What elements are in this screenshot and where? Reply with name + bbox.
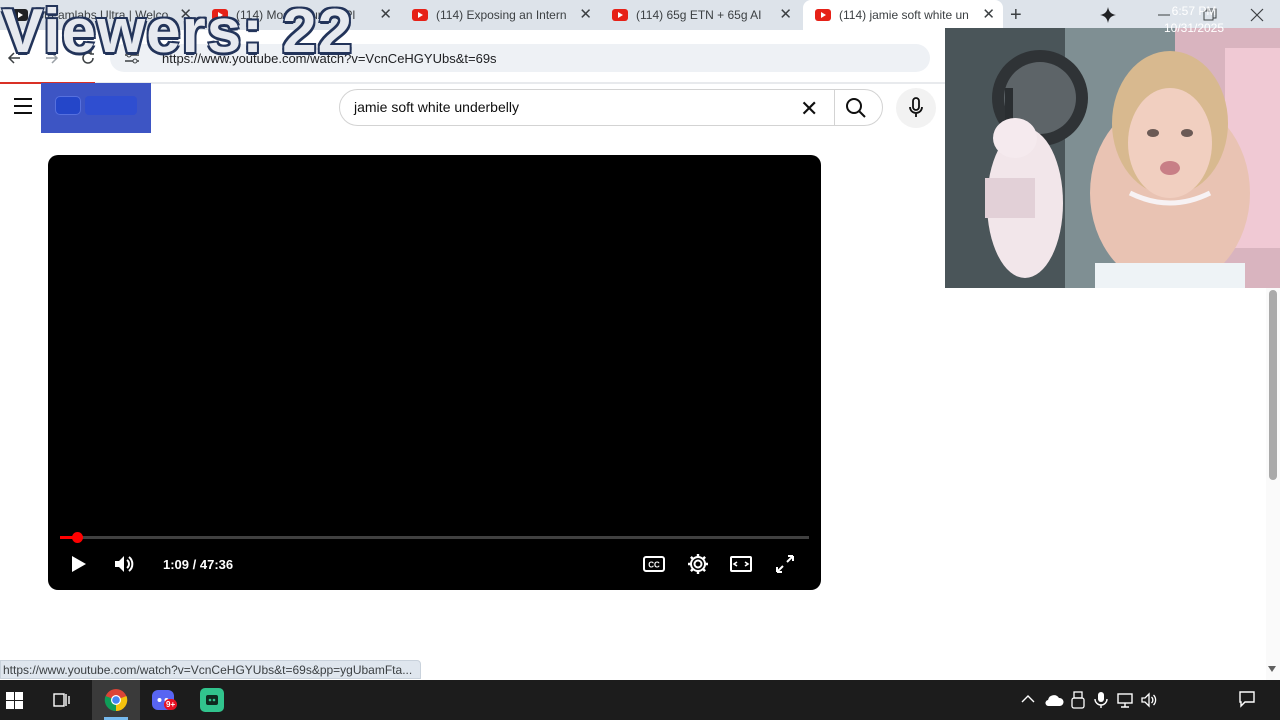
network-ethernet-icon[interactable]	[1116, 692, 1134, 708]
guide-menu-icon[interactable]	[14, 98, 32, 114]
browser-tab-65g[interactable]: (114) 65g ETN + 65g AI ✕	[600, 0, 800, 30]
tab-close-icon[interactable]: ✕	[982, 7, 995, 23]
page-scrollbar-thumb[interactable]	[1269, 290, 1277, 480]
theater-mode-icon[interactable]	[729, 552, 753, 576]
youtube-logo-censored[interactable]	[41, 83, 151, 133]
volume-icon[interactable]	[112, 552, 136, 576]
time-display: 1:09 / 47:36	[163, 557, 234, 572]
scroll-down-arrow-icon[interactable]	[1267, 665, 1277, 673]
windows-start-icon[interactable]	[6, 692, 23, 709]
streamer-webcam-overlay	[945, 28, 1280, 288]
status-bar-link: https://www.youtube.com/watch?v=VcnCeHGY…	[0, 660, 422, 679]
system-clock[interactable]: 6:57 PM 10/31/2025	[1160, 3, 1228, 37]
microphone-tray-icon[interactable]	[1094, 691, 1108, 709]
youtube-favicon-icon	[412, 9, 428, 21]
show-hidden-icons-chevron-icon[interactable]	[1021, 694, 1035, 704]
taskbar-discord-button[interactable]: 9+	[150, 688, 178, 712]
tab-close-icon[interactable]: ✕	[779, 7, 792, 23]
clear-search-icon[interactable]: ✕	[800, 96, 818, 122]
youtube-logo-mark-icon	[55, 96, 81, 115]
voice-search-button[interactable]	[896, 88, 936, 128]
youtube-logo-wordmark	[85, 96, 137, 115]
onedrive-cloud-icon[interactable]	[1044, 693, 1064, 707]
chrome-icon	[104, 689, 128, 712]
search-divider	[834, 90, 835, 125]
clock-time: 6:57 PM	[1171, 4, 1217, 18]
usb-device-icon[interactable]	[1070, 691, 1086, 709]
play-icon[interactable]	[66, 552, 90, 576]
close-window-icon[interactable]	[1250, 8, 1264, 22]
search-icon[interactable]	[845, 97, 867, 119]
youtube-favicon-icon	[612, 9, 628, 21]
viewer-count-overlay: Viewers: 22	[2, 0, 354, 66]
clock-date: 10/31/2025	[1163, 21, 1225, 35]
browser-tab-exposing[interactable]: (114) Exposing an Intern ✕	[400, 0, 600, 30]
progress-bar[interactable]	[60, 536, 809, 539]
tab-title: (114) 65g ETN + 65g AI	[636, 8, 762, 22]
task-view-icon[interactable]	[53, 691, 71, 709]
browser-tab-active-jamie[interactable]: (114) jamie soft white un ✕	[803, 0, 1003, 30]
settings-gear-icon[interactable]	[686, 552, 710, 576]
youtube-favicon-icon	[815, 9, 831, 21]
windows-taskbar	[0, 680, 1280, 720]
tab-title: (114) jamie soft white un	[839, 8, 969, 22]
tab-close-icon[interactable]: ✕	[579, 7, 592, 23]
microphone-icon	[909, 97, 923, 117]
video-player[interactable]: 1:09 / 47:36 CC	[48, 155, 821, 590]
new-tab-button[interactable]: +	[1010, 4, 1022, 27]
tab-close-icon[interactable]: ✕	[379, 7, 392, 23]
captions-icon[interactable]: CC	[642, 552, 666, 576]
discord-notification-badge: 9+	[164, 699, 178, 710]
svg-text:CC: CC	[648, 561, 660, 570]
webcam-feed-image	[945, 28, 1280, 288]
gemini-sparkle-icon[interactable]	[1100, 7, 1116, 23]
fullscreen-icon[interactable]	[773, 552, 797, 576]
progress-scrubber-handle[interactable]	[72, 532, 84, 543]
search-box[interactable]: jamie soft white underbelly ✕	[339, 89, 883, 126]
search-input[interactable]: jamie soft white underbelly	[354, 99, 519, 115]
taskbar-app-button[interactable]	[199, 688, 225, 712]
notifications-icon[interactable]	[1238, 690, 1256, 708]
taskbar-chrome-button[interactable]	[92, 680, 140, 720]
green-app-icon	[200, 688, 224, 712]
tab-title: (114) Exposing an Intern	[436, 8, 567, 22]
speaker-volume-icon[interactable]	[1140, 691, 1158, 709]
